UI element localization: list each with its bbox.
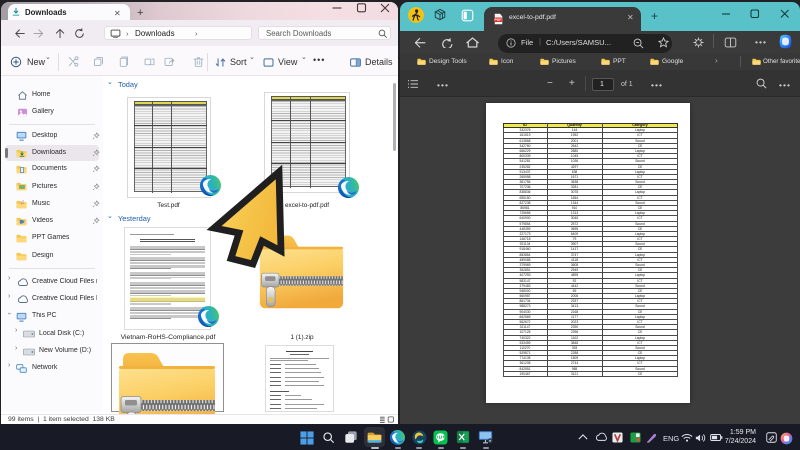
- svg-text:PDF: PDF: [494, 18, 501, 22]
